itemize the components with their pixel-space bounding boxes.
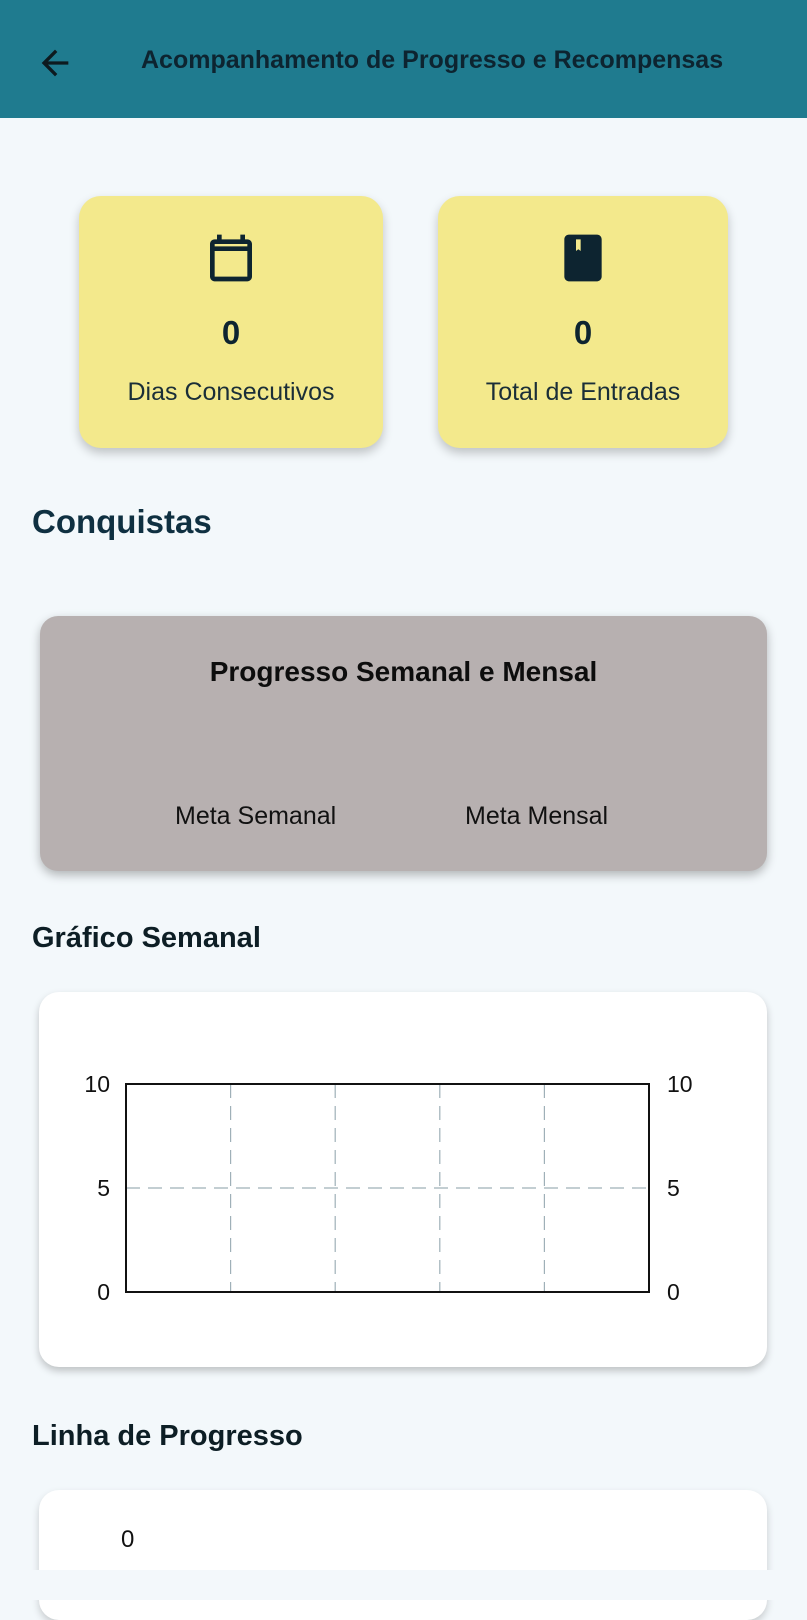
y-tick-label-left: 10 <box>84 1071 110 1097</box>
calendar-icon <box>210 234 252 282</box>
timeline-card: 0 <box>39 1490 767 1620</box>
bottom-strip <box>0 1570 807 1600</box>
stat-label: Dias Consecutivos <box>127 378 335 406</box>
app-bar: Acompanhamento de Progresso e Recompensa… <box>0 0 807 118</box>
y-tick-label-left: 0 <box>97 1279 110 1305</box>
timeline-value: 0 <box>121 1526 135 1553</box>
monthly-goal-label: Meta Mensal <box>465 802 609 830</box>
book-icon <box>564 234 602 282</box>
achievements-title: Conquistas <box>32 503 212 540</box>
weekly-chart-card: 0 5 10 0 5 10 <box>39 992 767 1367</box>
y-tick-label-right: 0 <box>667 1279 680 1305</box>
back-button[interactable] <box>30 38 80 88</box>
arrow-left-icon <box>41 49 69 77</box>
stat-value: 0 <box>221 314 241 351</box>
stat-card-consecutive-days: 0 Dias Consecutivos <box>79 196 383 448</box>
weekly-goal-label: Meta Semanal <box>175 802 337 830</box>
progress-card: Progresso Semanal e Mensal Meta Semanal … <box>40 616 767 871</box>
weekly-chart-title: Gráfico Semanal <box>32 922 261 954</box>
timeline-title: Linha de Progresso <box>32 1420 303 1452</box>
y-tick-label-left: 5 <box>97 1175 110 1201</box>
progress-title: Progresso Semanal e Mensal <box>209 656 598 687</box>
stat-card-total-entries: 0 Total de Entradas <box>438 196 728 448</box>
page-title: Acompanhamento de Progresso e Recompensa… <box>141 46 724 74</box>
y-tick-label-right: 5 <box>667 1175 680 1201</box>
stat-value: 0 <box>573 314 593 351</box>
y-tick-label-right: 10 <box>667 1071 693 1097</box>
weekly-chart: 0 5 10 0 5 10 <box>84 1071 693 1305</box>
stat-label: Total de Entradas <box>485 378 681 406</box>
